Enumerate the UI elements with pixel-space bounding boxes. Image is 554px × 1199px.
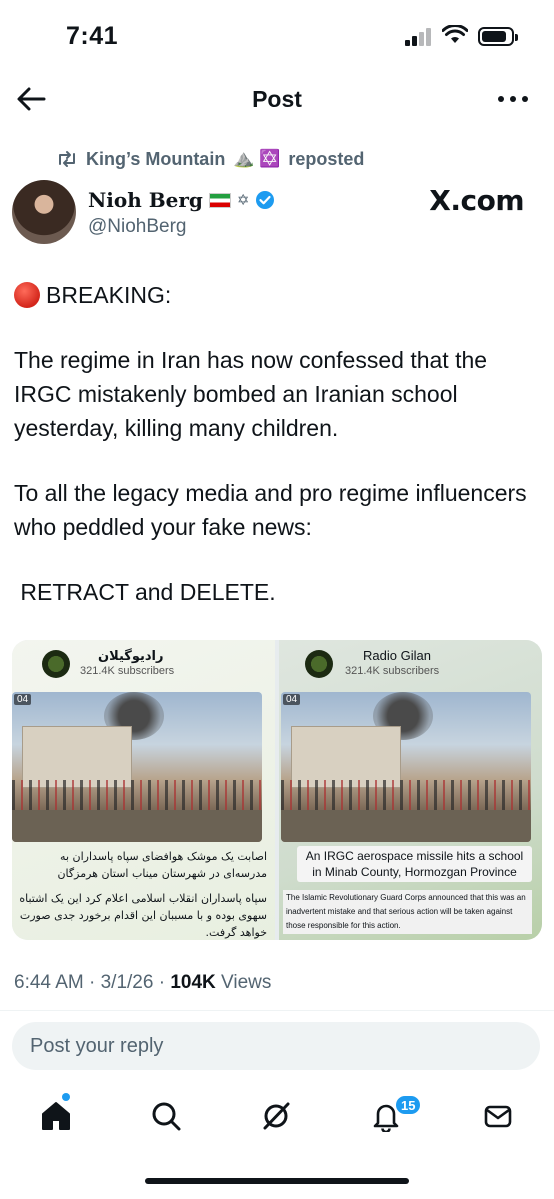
video-frame: 04 bbox=[12, 692, 262, 842]
author-handle: @NiohBerg bbox=[88, 216, 187, 237]
channel-subscribers: 321.4K subscribers bbox=[80, 665, 175, 677]
media-image-english[interactable]: Radio Gilan 321.4K subscribers 04 An IRG… bbox=[279, 640, 542, 940]
red-circle-icon bbox=[14, 282, 40, 308]
top-app-bar: Post bbox=[0, 74, 554, 124]
post-media[interactable]: راديوگيلان 321.4K subscribers 04 اصابت ی… bbox=[12, 640, 542, 940]
repost-icon bbox=[59, 151, 75, 167]
divider bbox=[0, 1010, 554, 1011]
nav-grok[interactable] bbox=[256, 1096, 296, 1136]
home-icon bbox=[42, 1102, 70, 1130]
nav-search[interactable] bbox=[146, 1096, 186, 1136]
reply-box[interactable] bbox=[12, 1022, 540, 1070]
iran-flag-icon bbox=[208, 192, 231, 208]
channel-logo bbox=[305, 650, 333, 678]
search-icon bbox=[152, 1102, 181, 1131]
home-indicator bbox=[145, 1178, 409, 1184]
caption-line: سپاه پاسداران انقلاب اسلامی اعلام کرد ای… bbox=[19, 892, 267, 939]
avatar[interactable] bbox=[12, 180, 76, 244]
cellular-signal-icon bbox=[405, 28, 433, 46]
star-of-david-icon: ✡ bbox=[236, 192, 250, 209]
views-count[interactable]: 104K bbox=[170, 972, 215, 993]
media-image-persian[interactable]: راديوگيلان 321.4K subscribers 04 اصابت ی… bbox=[12, 640, 275, 940]
video-timecode: 04 bbox=[283, 694, 301, 705]
grok-icon bbox=[263, 1102, 290, 1130]
post-paragraph: The regime in Iran has now confessed tha… bbox=[14, 347, 488, 441]
video-timecode: 04 bbox=[14, 694, 32, 705]
caption-persian: اصابت یک موشک هوافضای سپاه پاسداران به م… bbox=[18, 848, 267, 940]
reply-input[interactable] bbox=[12, 1022, 540, 1070]
caption-line: اصابت یک موشک هوافضای سپاه پاسداران به م… bbox=[57, 850, 267, 880]
nav-home[interactable] bbox=[36, 1096, 76, 1136]
channel-name: Radio Gilan bbox=[363, 648, 431, 663]
post-paragraph: RETRACT and DELETE. bbox=[14, 579, 276, 605]
battery-icon bbox=[478, 27, 518, 46]
post-paragraph: To all the legacy media and pro regime i… bbox=[14, 480, 527, 540]
views-label: Views bbox=[221, 972, 272, 993]
mail-icon bbox=[484, 1105, 512, 1128]
post-meta: 6:44 AM · 3/1/26 · 104K Views bbox=[14, 972, 272, 993]
reposter-emoji: ⛰️ ✡️ bbox=[233, 149, 281, 168]
page-title: Post bbox=[252, 86, 302, 112]
author-name[interactable]: Nioh Berg bbox=[88, 188, 203, 212]
caption-english-secondary: The Islamic Revolutionary Guard Corps an… bbox=[283, 890, 532, 934]
home-unread-dot bbox=[62, 1093, 70, 1101]
author-block[interactable]: Nioh Berg ✡ @NiohBerg bbox=[88, 186, 275, 238]
status-bar: 7:41 bbox=[0, 0, 554, 70]
post-time: 6:44 AM bbox=[14, 972, 84, 993]
channel-name: راديوگيلان bbox=[98, 648, 164, 663]
bottom-nav bbox=[0, 1090, 554, 1146]
breaking-label: BREAKING: bbox=[46, 282, 172, 308]
video-frame: 04 bbox=[281, 692, 531, 842]
repost-indicator: King’s Mountain ⛰️ ✡️ reposted bbox=[56, 146, 364, 172]
notifications-badge: 15 bbox=[394, 1094, 423, 1116]
channel-subscribers: 321.4K subscribers bbox=[345, 665, 440, 677]
status-time: 7:41 bbox=[66, 22, 119, 50]
channel-logo bbox=[42, 650, 70, 678]
caption-english: An IRGC aerospace missile hits a school … bbox=[297, 846, 532, 882]
post-body: BREAKING: The regime in Iran has now con… bbox=[14, 278, 540, 609]
repost-suffix: reposted bbox=[288, 148, 365, 169]
watermark: X.com bbox=[429, 184, 524, 217]
wifi-icon bbox=[442, 25, 468, 43]
nav-messages[interactable] bbox=[478, 1096, 518, 1136]
reposter-name[interactable]: King’s Mountain bbox=[86, 149, 225, 170]
verified-badge-icon bbox=[256, 191, 275, 209]
post-date: 3/1/26 bbox=[100, 972, 154, 993]
more-options-icon[interactable] bbox=[498, 87, 528, 111]
